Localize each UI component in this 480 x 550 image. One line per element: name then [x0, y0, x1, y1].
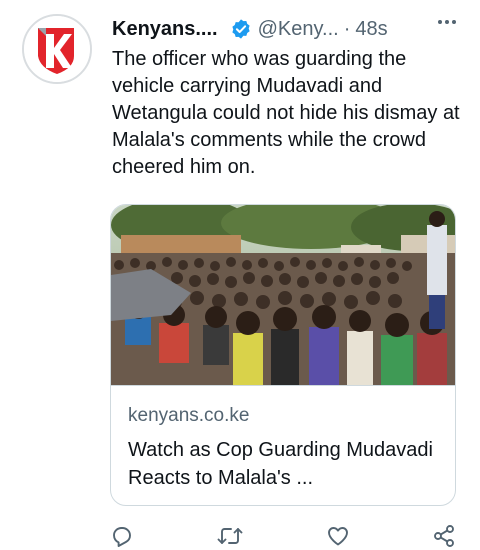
- card-divider: [111, 385, 455, 386]
- like-icon[interactable]: [324, 522, 352, 550]
- tweet[interactable]: Kenyans.... @Keny... · 48s The officer w…: [0, 0, 480, 550]
- verified-badge-icon: [230, 18, 252, 40]
- tweet-timestamp[interactable]: 48s: [355, 18, 387, 41]
- retweet-icon[interactable]: [216, 522, 244, 550]
- share-icon[interactable]: [430, 522, 458, 550]
- reply-icon[interactable]: [108, 522, 136, 550]
- card-image[interactable]: [111, 205, 455, 385]
- kenyans-logo-icon: [24, 16, 90, 82]
- card-domain: kenyans.co.ke: [128, 405, 250, 426]
- more-options-icon[interactable]: [438, 20, 456, 24]
- avatar[interactable]: [22, 14, 92, 84]
- link-card[interactable]: kenyans.co.ke Watch as Cop Guarding Muda…: [110, 204, 456, 506]
- card-title: Watch as Cop Guarding Mudavadi Reacts to…: [128, 439, 433, 489]
- tweet-header: Kenyans.... @Keny... · 48s: [112, 14, 458, 44]
- separator-dot: ·: [343, 17, 351, 40]
- author-handle[interactable]: @Keny...: [258, 18, 339, 41]
- author-name[interactable]: Kenyans....: [112, 18, 218, 41]
- tweet-text: The officer who was guarding the vehicle…: [112, 48, 460, 178]
- tweet-actions: [0, 520, 480, 550]
